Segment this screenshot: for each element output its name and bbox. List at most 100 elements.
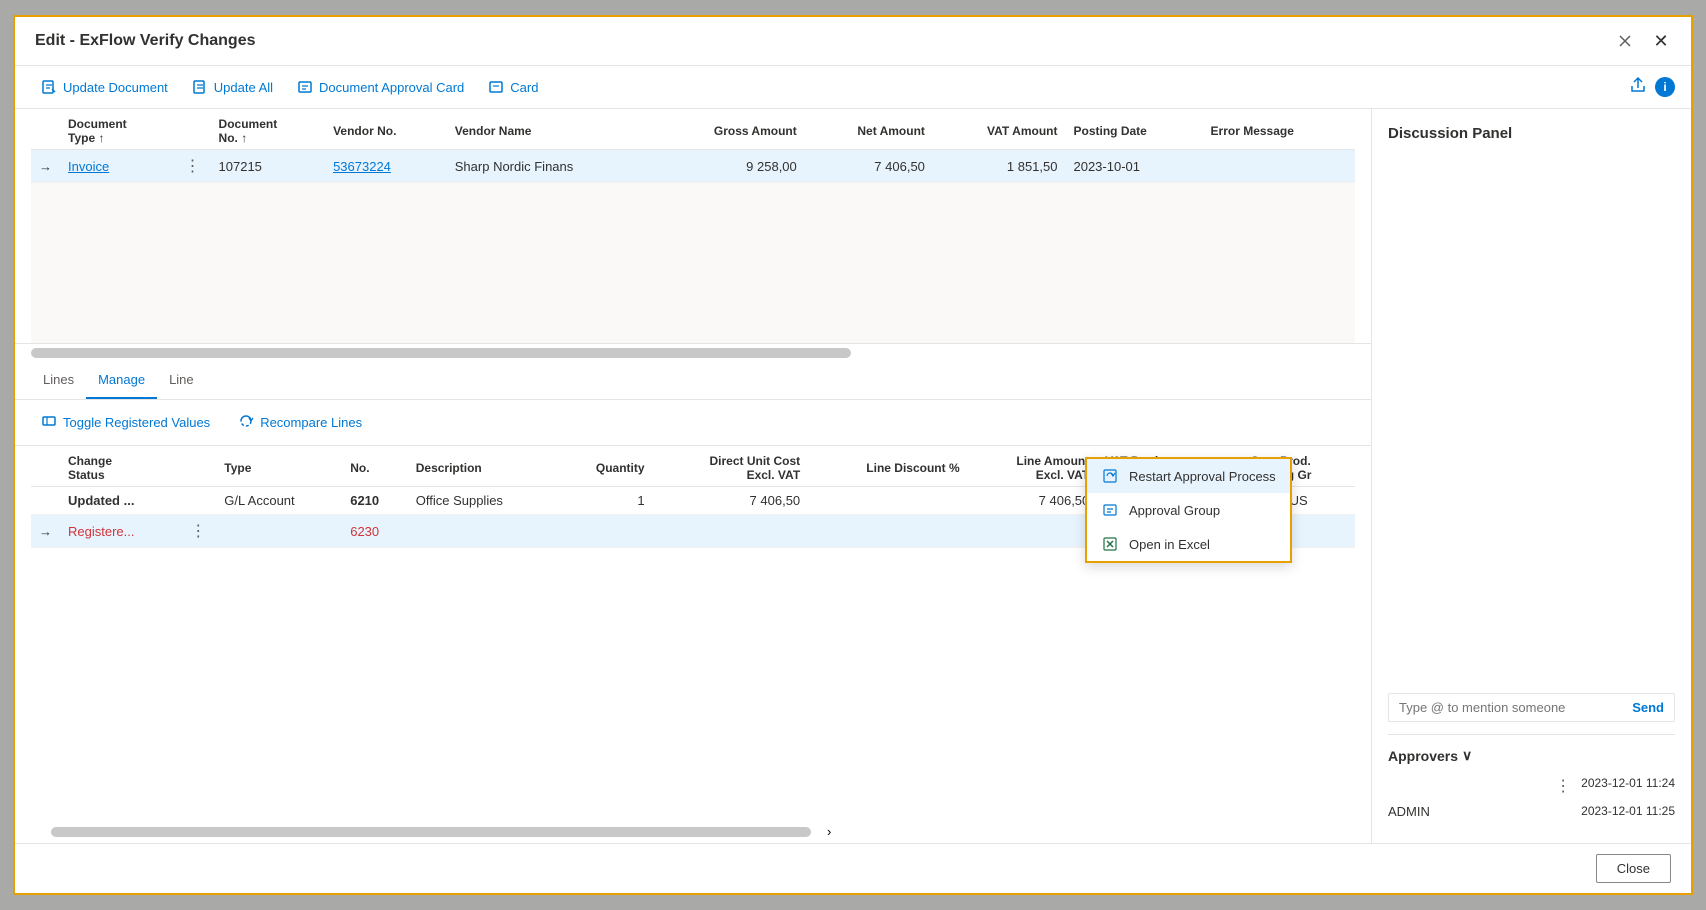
update-all-button[interactable]: Update All <box>182 74 283 100</box>
arrow-cell-lines <box>31 487 60 515</box>
line-discount-2 <box>808 515 967 548</box>
discussion-body <box>1388 158 1675 693</box>
update-all-icon <box>192 79 208 95</box>
gross-amount-header: Gross Amount <box>653 109 805 150</box>
error-message-header: Error Message <box>1203 109 1355 150</box>
vat-amount-header: VAT Amount <box>933 109 1066 150</box>
approver-1-context-menu[interactable]: ⋮ <box>1553 776 1573 796</box>
vendor-no-cell: 53673224 <box>325 150 447 183</box>
card-button[interactable]: Card <box>478 74 548 100</box>
approval-group-icon <box>1101 501 1119 519</box>
doc-no-val-header: DocumentNo. ↑ <box>211 109 326 150</box>
update-document-button[interactable]: Update Document <box>31 74 178 100</box>
tab-manage[interactable]: Manage <box>86 362 157 399</box>
lines-tabs: Lines Manage Line <box>15 362 1371 400</box>
error-message-cell <box>1203 150 1355 183</box>
no-header: No. <box>342 446 408 487</box>
tab-line[interactable]: Line <box>157 362 206 399</box>
doc-type-header: DocumentType ↑ <box>60 109 175 150</box>
card-label: Card <box>510 80 538 95</box>
top-horizontal-scrollbar[interactable] <box>31 348 851 358</box>
approval-group-label: Approval Group <box>1129 503 1220 518</box>
table-header-row: DocumentType ↑ DocumentNo. ↑ Vendor No. … <box>31 109 1355 150</box>
quantity-2 <box>558 515 652 548</box>
lines-section: Lines Manage Line <box>15 362 1371 843</box>
divider <box>1388 734 1675 735</box>
close-button[interactable]: ✕ <box>1647 27 1675 55</box>
type-1: G/L Account <box>216 487 342 515</box>
modal-body: DocumentType ↑ DocumentNo. ↑ Vendor No. … <box>15 109 1691 843</box>
quantity-header: Quantity <box>558 446 652 487</box>
bottom-horizontal-scrollbar[interactable] <box>51 827 811 837</box>
modal-wrapper: Edit - ExFlow Verify Changes ✕ <box>0 0 1706 910</box>
lines-toolbar: Toggle Registered Values Recompare Line <box>15 400 1371 446</box>
net-amount-cell: 7 406,50 <box>805 150 933 183</box>
quantity-1: 1 <box>558 487 652 515</box>
row-context-menu-button[interactable]: ⋮ <box>183 156 203 176</box>
toolbar-right: i <box>1629 76 1675 99</box>
change-status-2: Registere... <box>60 515 180 548</box>
update-document-icon <box>41 79 57 95</box>
info-icon[interactable]: i <box>1655 77 1675 97</box>
gross-amount-cell: 9 258,00 <box>653 150 805 183</box>
description-2 <box>408 515 559 548</box>
open-in-excel-item[interactable]: Open in Excel <box>1087 527 1290 561</box>
modal: Edit - ExFlow Verify Changes ✕ <box>13 15 1693 895</box>
tab-lines[interactable]: Lines <box>31 362 86 399</box>
approver-row-2: ADMIN 2023-12-01 11:25 <box>1388 804 1675 819</box>
approval-group-item[interactable]: Approval Group <box>1087 493 1290 527</box>
discussion-panel-title: Discussion Panel <box>1388 125 1675 142</box>
top-table-section: DocumentType ↑ DocumentNo. ↑ Vendor No. … <box>15 109 1371 344</box>
direct-unit-cost-2 <box>653 515 809 548</box>
approver-2-date: 2023-12-01 11:25 <box>1581 804 1675 818</box>
approvers-chevron-icon: ∨ <box>1462 747 1472 764</box>
document-approval-card-icon <box>297 79 313 95</box>
type-header: Type <box>216 446 342 487</box>
approver-1-date: 2023-12-01 11:24 <box>1581 776 1675 790</box>
document-approval-card-button[interactable]: Document Approval Card <box>287 74 474 100</box>
vendor-name-header: Vendor Name <box>447 109 653 150</box>
description-header: Description <box>408 446 559 487</box>
mention-input[interactable] <box>1399 700 1624 715</box>
empty-table-area <box>31 183 1355 343</box>
recompare-lines-button[interactable]: Recompare Lines <box>228 408 372 437</box>
three-dot-cell: ⋮ <box>175 150 211 183</box>
type-2 <box>216 515 342 548</box>
right-panel: Discussion Panel Send Approvers ∨ <box>1371 109 1691 843</box>
doc-type-cell: Invoice <box>60 150 175 183</box>
arrow-cell-lines-2: → <box>31 515 60 548</box>
approvers-header[interactable]: Approvers ∨ <box>1388 747 1675 764</box>
top-scrollbar-area <box>15 344 1371 362</box>
toggle-registered-values-button[interactable]: Toggle Registered Values <box>31 408 220 437</box>
row-2-context-menu-button[interactable]: ⋮ <box>188 521 208 541</box>
toolbar: Update Document Update All <box>15 66 1691 109</box>
open-in-excel-label: Open in Excel <box>1129 537 1210 552</box>
no-1: 6210 <box>342 487 408 515</box>
toggle-label: Toggle Registered Values <box>63 415 210 430</box>
recompare-label: Recompare Lines <box>260 415 362 430</box>
close-button[interactable]: Close <box>1596 854 1671 883</box>
net-amount-header: Net Amount <box>805 109 933 150</box>
modal-header: Edit - ExFlow Verify Changes ✕ <box>15 17 1691 66</box>
no-2: 6230 <box>342 515 408 548</box>
approvers-dropdown-menu: Restart Approval Process Approval Group <box>1085 457 1292 563</box>
modal-footer: Close <box>15 843 1691 893</box>
document-approval-card-label: Document Approval Card <box>319 80 464 95</box>
update-all-label: Update All <box>214 80 273 95</box>
restart-approval-process-item[interactable]: Restart Approval Process <box>1087 459 1290 493</box>
arrow-col <box>31 446 60 487</box>
three-dot-lines-2: ⋮ <box>180 515 216 548</box>
share-icon[interactable] <box>1629 76 1647 99</box>
main-data-table: DocumentType ↑ DocumentNo. ↑ Vendor No. … <box>31 109 1355 183</box>
scroll-right-arrow: › <box>827 824 847 839</box>
send-button[interactable]: Send <box>1632 700 1664 715</box>
approvers-label: Approvers <box>1388 748 1458 764</box>
posting-date-cell: 2023-10-01 <box>1065 150 1202 183</box>
three-dot-col <box>180 446 216 487</box>
approver-1-details: 2023-12-01 11:24 <box>1581 776 1675 790</box>
invoice-link[interactable]: Invoice <box>68 159 109 174</box>
description-1: Office Supplies <box>408 487 559 515</box>
minimize-button[interactable] <box>1611 27 1639 55</box>
line-amount-2 <box>968 515 1098 548</box>
vendor-name-cell: Sharp Nordic Finans <box>447 150 653 183</box>
